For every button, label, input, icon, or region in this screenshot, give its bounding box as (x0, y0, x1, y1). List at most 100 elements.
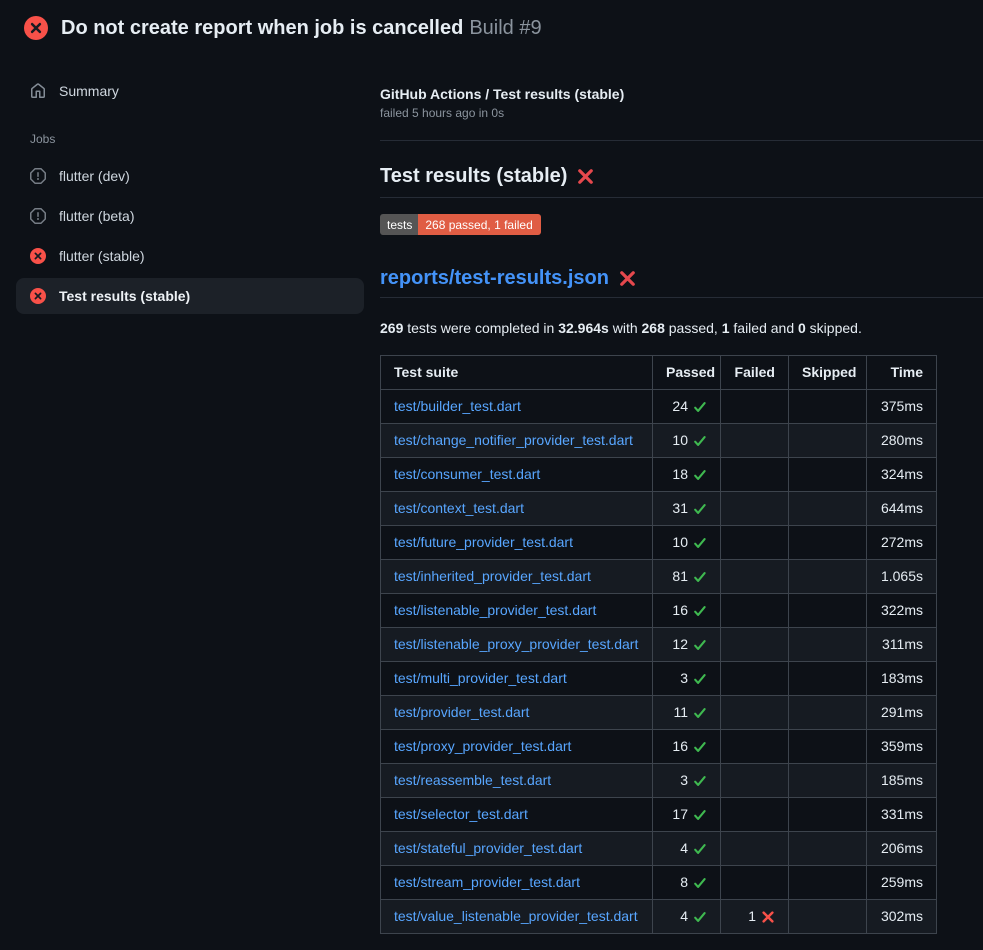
section-title-text: Test results (stable) (380, 165, 567, 188)
sidebar-jobs-list: flutter (dev) flutter (beta) flutter (stab… (16, 158, 364, 314)
suite-cell: test/multi_provider_test.dart (381, 662, 653, 696)
count: 10 (672, 533, 688, 552)
passed-cell: 18 (653, 458, 721, 492)
failed-cell (721, 866, 789, 900)
sidebar-item-summary[interactable]: Summary (16, 78, 364, 104)
passed-cell: 81 (653, 560, 721, 594)
failed-cell (721, 696, 789, 730)
stop-icon (30, 208, 46, 224)
breadcrumb: GitHub Actions / Test results (stable) (380, 86, 983, 102)
passed-cell-value: 4 (680, 907, 707, 926)
suite-link[interactable]: test/proxy_provider_test.dart (394, 738, 571, 754)
job-summary-panel: GitHub Actions / Test results (stable) f… (380, 56, 983, 934)
column-header: Skipped (789, 356, 867, 390)
passed-cell-value: 18 (672, 465, 707, 484)
green-check-icon (693, 502, 707, 516)
suite-link[interactable]: test/consumer_test.dart (394, 466, 540, 482)
suite-link[interactable]: test/future_provider_test.dart (394, 534, 573, 550)
passed-cell: 8 (653, 866, 721, 900)
column-header: Time (867, 356, 937, 390)
table-row: test/listenable_proxy_provider_test.dart… (381, 628, 937, 662)
suite-link[interactable]: test/change_notifier_provider_test.dart (394, 432, 633, 448)
section-title: Test results (stable) (380, 165, 983, 198)
job-label: flutter (dev) (59, 168, 130, 184)
time-cell: 280ms (867, 424, 937, 458)
count: 12 (672, 635, 688, 654)
table-header-row: Test suitePassedFailedSkippedTime (381, 356, 937, 390)
red-cross-icon (761, 910, 775, 924)
failed-cell-value: 1 (748, 907, 775, 926)
suite-cell: test/stream_provider_test.dart (381, 866, 653, 900)
suite-link[interactable]: test/stateful_provider_test.dart (394, 840, 582, 856)
table-row: test/stream_provider_test.dart8259ms (381, 866, 937, 900)
suite-cell: test/consumer_test.dart (381, 458, 653, 492)
passed-cell-value: 3 (680, 771, 707, 790)
suite-link[interactable]: test/stream_provider_test.dart (394, 874, 580, 890)
suite-link[interactable]: test/provider_test.dart (394, 704, 529, 720)
suite-link[interactable]: test/context_test.dart (394, 500, 524, 516)
sidebar-job-item[interactable]: flutter (stable) (16, 238, 364, 274)
count: 31 (672, 499, 688, 518)
suite-link[interactable]: test/multi_provider_test.dart (394, 670, 567, 686)
green-check-icon (693, 910, 707, 924)
table-row: test/builder_test.dart24375ms (381, 390, 937, 424)
suite-cell: test/listenable_proxy_provider_test.dart (381, 628, 653, 662)
summary-segment: tests were completed in (403, 320, 558, 336)
green-check-icon (693, 638, 707, 652)
failed-cell (721, 628, 789, 662)
suite-link[interactable]: test/listenable_proxy_provider_test.dart (394, 636, 638, 652)
sidebar-job-item[interactable]: flutter (beta) (16, 198, 364, 234)
suite-cell: test/future_provider_test.dart (381, 526, 653, 560)
green-check-icon (693, 434, 707, 448)
suite-cell: test/inherited_provider_test.dart (381, 560, 653, 594)
suite-link[interactable]: test/inherited_provider_test.dart (394, 568, 591, 584)
suite-link[interactable]: test/selector_test.dart (394, 806, 528, 822)
build-number: Build #9 (469, 17, 541, 39)
passed-cell-value: 10 (672, 431, 707, 450)
report-file-link[interactable]: reports/test-results.json (380, 267, 609, 290)
count: 8 (680, 873, 688, 892)
header-divider (380, 140, 983, 141)
report-title: reports/test-results.json (380, 267, 983, 298)
passed-cell-value: 3 (680, 669, 707, 688)
green-check-icon (693, 400, 707, 414)
job-status-meta: failed 5 hours ago in 0s (380, 106, 983, 120)
time-cell: 291ms (867, 696, 937, 730)
failed-cell (721, 492, 789, 526)
suite-link[interactable]: test/reassemble_test.dart (394, 772, 551, 788)
summary-segment: passed, (665, 320, 722, 336)
failed-cell (721, 798, 789, 832)
skipped-cell (789, 424, 867, 458)
run-title-text: Do not create report when job is cancell… (61, 17, 463, 39)
summary-segment: 1 (722, 320, 730, 336)
failed-cell (721, 424, 789, 458)
time-cell: 183ms (867, 662, 937, 696)
green-check-icon (693, 842, 707, 856)
failed-cell (721, 526, 789, 560)
table-row: test/future_provider_test.dart10272ms (381, 526, 937, 560)
summary-segment: 0 (798, 320, 806, 336)
skipped-cell (789, 730, 867, 764)
passed-cell: 16 (653, 594, 721, 628)
passed-cell: 4 (653, 900, 721, 934)
badge-label: tests (380, 214, 418, 235)
failed-cell (721, 458, 789, 492)
table-row: test/stateful_provider_test.dart4206ms (381, 832, 937, 866)
sidebar-job-item[interactable]: Test results (stable) (16, 278, 364, 314)
suite-link[interactable]: test/builder_test.dart (394, 398, 521, 414)
time-cell: 1.065s (867, 560, 937, 594)
red-cross-icon (619, 270, 636, 287)
failed-cell (721, 764, 789, 798)
suite-link[interactable]: test/listenable_provider_test.dart (394, 602, 596, 618)
passed-cell-value: 8 (680, 873, 707, 892)
passed-cell-value: 16 (672, 601, 707, 620)
suite-cell: test/proxy_provider_test.dart (381, 730, 653, 764)
passed-cell-value: 17 (672, 805, 707, 824)
suite-link[interactable]: test/value_listenable_provider_test.dart (394, 908, 638, 924)
passed-cell-value: 10 (672, 533, 707, 552)
count: 3 (680, 771, 688, 790)
passed-cell: 17 (653, 798, 721, 832)
green-check-icon (693, 468, 707, 482)
count: 3 (680, 669, 688, 688)
sidebar-job-item[interactable]: flutter (dev) (16, 158, 364, 194)
